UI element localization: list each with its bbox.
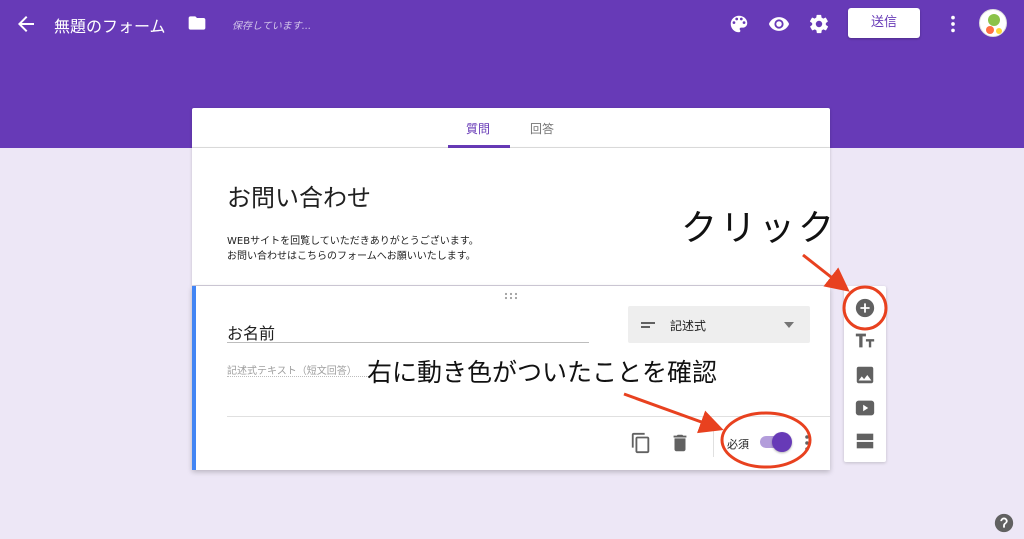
form-name[interactable]: 無題のフォーム bbox=[54, 13, 166, 37]
saving-status: 保存しています... bbox=[232, 21, 312, 32]
title-text-icon[interactable] bbox=[854, 330, 876, 352]
question-title-input[interactable]: お名前 bbox=[227, 320, 275, 344]
duplicate-icon[interactable] bbox=[630, 432, 652, 454]
tabs-bar: 質問 回答 bbox=[192, 108, 830, 148]
annotation-click-label: クリック bbox=[681, 208, 838, 249]
annotation-toggle-note: 右に動き色がついたことを確認 bbox=[367, 353, 718, 389]
video-icon[interactable] bbox=[854, 397, 876, 419]
settings-gear-icon[interactable] bbox=[808, 13, 830, 35]
add-question-icon[interactable] bbox=[854, 297, 876, 319]
section-icon[interactable] bbox=[854, 430, 876, 452]
account-avatar[interactable] bbox=[979, 9, 1007, 37]
side-toolbar bbox=[844, 286, 886, 462]
form-description[interactable]: WEBサイトを回覧していただきありがとうございます。 お問い合わせはこちらのフォ… bbox=[227, 234, 479, 264]
form-description-line: WEBサイトを回覧していただきありがとうございます。 bbox=[227, 236, 479, 247]
send-button[interactable]: 送信 bbox=[848, 8, 920, 38]
answer-underline bbox=[227, 376, 367, 377]
short-text-icon bbox=[641, 322, 655, 328]
preview-eye-icon[interactable] bbox=[768, 13, 790, 35]
dropdown-arrow-icon bbox=[784, 322, 794, 328]
delete-icon[interactable] bbox=[669, 432, 691, 454]
back-arrow-icon[interactable] bbox=[14, 12, 38, 36]
drag-handle-icon[interactable] bbox=[504, 292, 518, 300]
form-description-line: お問い合わせはこちらのフォームへお願いいたします。 bbox=[227, 251, 476, 262]
help-icon[interactable] bbox=[993, 512, 1015, 534]
required-label: 必須 bbox=[727, 438, 749, 451]
more-vert-icon[interactable] bbox=[802, 432, 812, 454]
tab-responses[interactable]: 回答 bbox=[530, 120, 554, 137]
palette-icon[interactable] bbox=[728, 13, 750, 35]
avatar-illustration bbox=[986, 14, 1002, 34]
image-icon[interactable] bbox=[854, 364, 876, 386]
question-type-label: 記述式 bbox=[670, 319, 707, 333]
question-type-dropdown[interactable]: 記述式 bbox=[628, 306, 810, 343]
card-footer-divider bbox=[227, 416, 830, 417]
folder-icon[interactable] bbox=[187, 13, 207, 33]
question-title-underline bbox=[227, 342, 589, 343]
footer-vertical-divider bbox=[713, 429, 714, 457]
active-card-accent bbox=[192, 286, 196, 470]
answer-placeholder: 記述式テキスト（短文回答） bbox=[227, 366, 357, 377]
more-vert-icon[interactable] bbox=[942, 13, 964, 35]
form-title[interactable]: お問い合わせ bbox=[227, 178, 371, 213]
tab-questions[interactable]: 質問 bbox=[466, 120, 490, 137]
required-toggle-knob[interactable] bbox=[772, 432, 792, 452]
